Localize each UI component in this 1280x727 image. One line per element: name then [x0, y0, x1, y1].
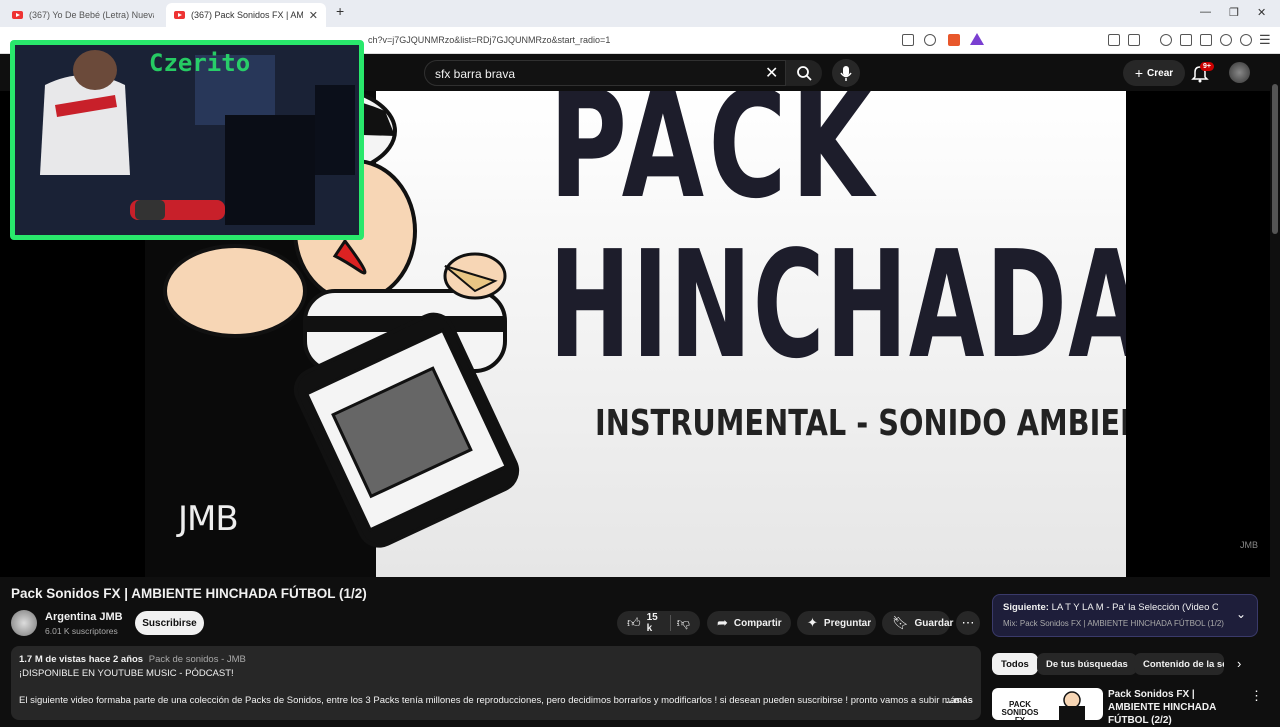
- share-button[interactable]: ➦ Compartir: [707, 611, 791, 635]
- thumbnail-title-hinchada: HINCHADA: [549, 219, 1126, 391]
- ask-label: Preguntar: [823, 617, 872, 629]
- browser-tab-bar: (367) Yo De Bebé (Letra) Nueva Ple... (3…: [0, 0, 1280, 27]
- brave-shield-icon[interactable]: [948, 34, 960, 46]
- music-icon[interactable]: [1160, 34, 1172, 46]
- ai-icon[interactable]: [1220, 34, 1232, 46]
- ask-button[interactable]: ✦ Preguntar: [797, 611, 876, 635]
- channel-watermark[interactable]: JMB: [1240, 540, 1258, 550]
- recommended-title[interactable]: Pack Sonidos FX | AMBIENTE HINCHADA FÚTB…: [1108, 688, 1238, 727]
- browser-tab-1[interactable]: (367) Yo De Bebé (Letra) Nueva Ple...: [4, 3, 162, 27]
- sparkle-icon: ✦: [807, 615, 818, 630]
- description-box[interactable]: 1.7 M de vistas hace 2 años Pack de soni…: [11, 646, 981, 720]
- shield-icon[interactable]: [1240, 34, 1252, 46]
- save-button[interactable]: 🔖︎ Guardar: [882, 611, 953, 635]
- cast-icon[interactable]: [902, 34, 914, 46]
- notification-badge: 9+: [1200, 62, 1214, 71]
- thumbnail-title-pack: PACK: [549, 91, 878, 231]
- more-actions-button[interactable]: ⋯: [956, 611, 980, 635]
- divider: [670, 615, 671, 631]
- like-dislike-group: 👍︎ 15 k 👎︎: [617, 611, 700, 635]
- search-icon: [797, 66, 812, 81]
- youtube-icon: [174, 11, 185, 19]
- description-meta: 1.7 M de vistas hace 2 años Pack de soni…: [19, 654, 246, 665]
- chevron-right-icon[interactable]: ›: [1237, 656, 1241, 671]
- plus-icon: +: [1134, 65, 1144, 81]
- browser-tab-2[interactable]: (367) Pack Sonidos FX | AMBIENTE... ✕: [166, 3, 326, 27]
- subscribe-button[interactable]: Suscribirse: [135, 611, 204, 635]
- url-field[interactable]: ch?v=j7GJQUNMRzo&list=RDj7GJQUNMRzo&star…: [368, 35, 610, 45]
- search-input[interactable]: sfx barra brava: [435, 67, 515, 81]
- description-tag[interactable]: Pack de sonidos - JMB: [149, 654, 246, 665]
- jmb-logo: JMB: [178, 499, 239, 539]
- close-window-icon[interactable]: ✕: [1257, 6, 1266, 19]
- chip-contenido-de-la-serie[interactable]: Contenido de la ser: [1134, 653, 1224, 675]
- recommended-thumbnail[interactable]: PACK SONIDOS FX: [992, 688, 1103, 720]
- up-next-prefix: Siguiente:: [1003, 602, 1049, 613]
- scrollbar-thumb[interactable]: [1272, 84, 1278, 234]
- search-button[interactable]: [786, 60, 822, 86]
- up-next-title: Siguiente: LA T Y LA M - Pa' la Selecció…: [1003, 602, 1218, 613]
- thumbnail-subtitle: INSTRUMENTAL - SONIDO AMBIENTE: [595, 403, 1126, 444]
- menu-icon[interactable]: ☰: [1259, 32, 1271, 48]
- bookmark-icon: 🔖︎: [892, 615, 909, 630]
- page-scrollbar[interactable]: [1270, 54, 1280, 720]
- chevron-down-icon[interactable]: ⌄: [1236, 607, 1246, 621]
- wallet-icon[interactable]: [1128, 34, 1140, 46]
- user-avatar[interactable]: [1229, 62, 1250, 83]
- more-icon: ⋯: [961, 615, 975, 630]
- streamer-name: Czerito: [149, 49, 251, 77]
- extensions-icon[interactable]: [1108, 34, 1120, 46]
- channel-name[interactable]: Argentina JMB: [45, 611, 123, 623]
- vpn-icon[interactable]: [1200, 34, 1212, 46]
- create-label: Crear: [1147, 67, 1174, 79]
- share-label: Compartir: [733, 617, 782, 629]
- sidebar-icon[interactable]: [1180, 34, 1192, 46]
- microphone-icon: [840, 66, 852, 81]
- share-arrow-icon: ➦: [717, 615, 728, 630]
- minimize-icon[interactable]: —: [1200, 6, 1211, 18]
- mix-name: Mix: Pack Sonidos FX | AMBIENTE HINCHADA…: [1003, 619, 1224, 628]
- view-count: 1.7 M de vistas: [19, 654, 87, 665]
- search-box[interactable]: sfx barra brava ✕: [424, 60, 786, 86]
- save-label: Guardar: [914, 617, 954, 629]
- tab-title: (367) Pack Sonidos FX | AMBIENTE...: [191, 10, 303, 20]
- upload-age: hace 2 años: [88, 654, 144, 665]
- like-icon[interactable]: 👍︎: [627, 615, 641, 631]
- recommended-thumbnail-text: PACK SONIDOS FX: [1001, 700, 1039, 721]
- brave-rewards-icon[interactable]: [970, 33, 984, 45]
- up-next-panel[interactable]: Siguiente: LA T Y LA M - Pa' la Selecció…: [992, 594, 1258, 637]
- up-next-video: LA T Y LA M - Pa' la Selección (Video Of…: [1051, 602, 1218, 613]
- new-tab-icon[interactable]: +: [336, 3, 344, 19]
- subscriber-count: 6.01 K suscriptores: [45, 626, 118, 636]
- webcam-overlay: Czerito: [10, 40, 364, 240]
- restore-icon[interactable]: ❐: [1229, 6, 1239, 19]
- close-tab-icon[interactable]: ✕: [309, 9, 318, 22]
- chip-todos[interactable]: Todos: [992, 653, 1038, 675]
- show-more-link[interactable]: ...más: [946, 695, 973, 706]
- voice-search-button[interactable]: [832, 59, 860, 87]
- description-line: ¡DISPONIBLE EN YOUTUBE MUSIC - PÓDCAST!: [19, 668, 234, 679]
- more-vert-icon[interactable]: ⋮: [1250, 688, 1263, 704]
- like-count[interactable]: 15 k: [647, 612, 662, 634]
- channel-avatar[interactable]: [11, 610, 37, 636]
- video-title: Pack Sonidos FX | AMBIENTE HINCHADA FÚTB…: [11, 586, 367, 601]
- chip-de-tus-busquedas[interactable]: De tus búsquedas: [1037, 653, 1137, 675]
- share-icon[interactable]: [924, 34, 936, 46]
- youtube-icon: [12, 11, 23, 19]
- tab-title: (367) Yo De Bebé (Letra) Nueva Ple...: [29, 10, 154, 20]
- clear-search-icon[interactable]: ✕: [765, 63, 778, 83]
- description-line: El siguiente video formaba parte de una …: [19, 695, 960, 706]
- create-button[interactable]: + Crear: [1123, 60, 1185, 86]
- dislike-icon[interactable]: 👎︎: [677, 615, 690, 631]
- drummer-mini-illustration: [1059, 691, 1085, 720]
